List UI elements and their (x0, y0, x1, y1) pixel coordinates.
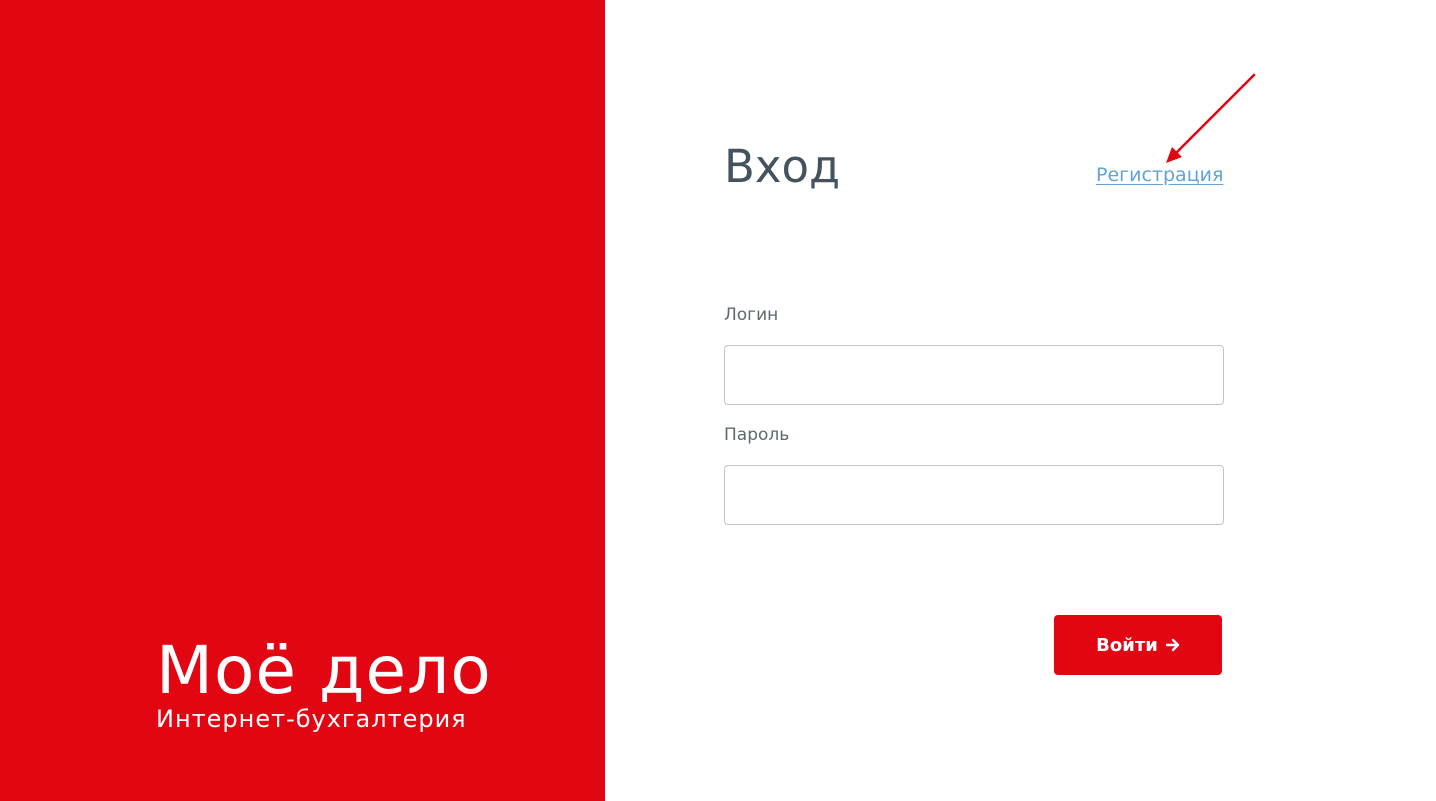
login-page: Моё дело Интернет-бухгалтерия Вход Регис… (0, 0, 1436, 801)
logo-title: Моё дело (156, 632, 492, 709)
register-link[interactable]: Регистрация (1096, 162, 1223, 188)
login-input[interactable] (724, 345, 1224, 405)
logo: Моё дело Интернет-бухгалтерия (156, 636, 492, 734)
arrow-right-icon (1165, 638, 1180, 652)
login-panel: Вход Регистрация Логин Пароль Войти (605, 0, 1436, 801)
password-input[interactable] (724, 465, 1224, 525)
submit-button-label: Войти (1096, 634, 1158, 656)
login-label: Логин (724, 305, 779, 325)
submit-button[interactable]: Войти (1054, 615, 1222, 675)
page-title: Вход (724, 140, 841, 193)
password-label: Пароль (724, 425, 790, 445)
brand-panel: Моё дело Интернет-бухгалтерия (0, 0, 605, 801)
